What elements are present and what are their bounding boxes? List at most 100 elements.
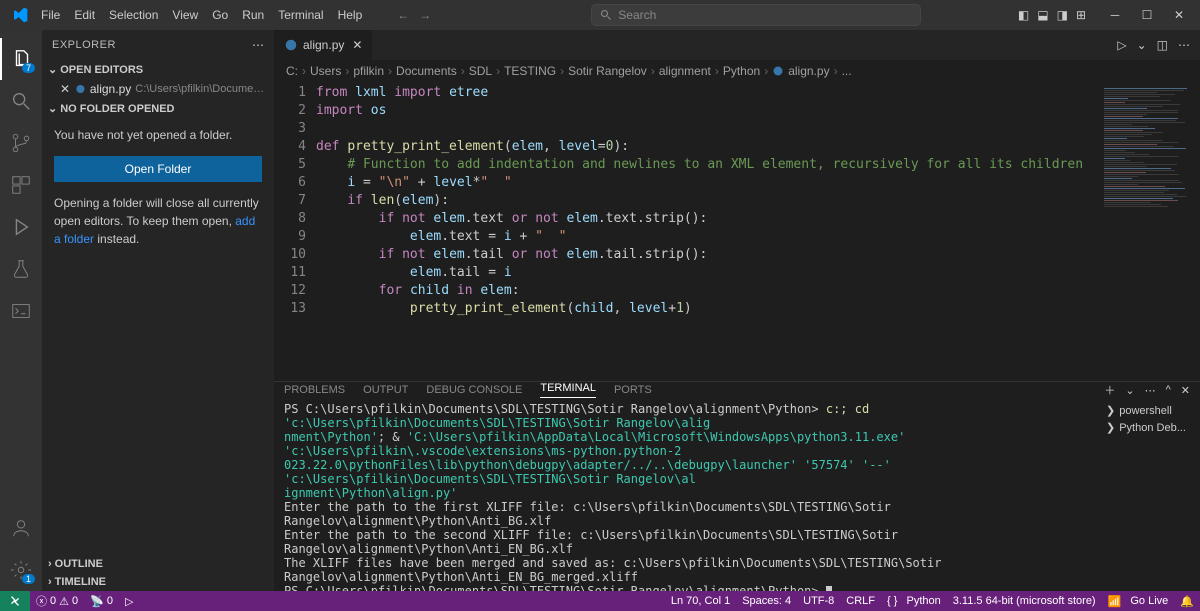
close-editor-icon[interactable]: ✕	[60, 82, 70, 96]
panel-tab-debug-console[interactable]: DEBUG CONSOLE	[426, 384, 522, 396]
outline-section[interactable]: ›OUTLINE	[42, 555, 274, 573]
split-editor-icon[interactable]: ◫	[1157, 38, 1168, 52]
tab-more-icon[interactable]: ⋯	[1178, 38, 1190, 52]
window-close-button[interactable]: ✕	[1164, 0, 1194, 30]
open-folder-button[interactable]: Open Folder	[54, 156, 262, 182]
terminal-instance[interactable]: ❯powershell	[1104, 402, 1196, 419]
panel-tabs: PROBLEMS OUTPUT DEBUG CONSOLE TERMINAL PORTS…	[274, 382, 1200, 398]
status-ports[interactable]: 📡0	[84, 595, 119, 608]
close-tab-icon[interactable]: ✕	[352, 38, 362, 52]
open-editor-item[interactable]: ✕ align.py C:\Users\pfilkin\Documents\SD…	[42, 79, 274, 99]
activity-source-control[interactable]	[0, 122, 42, 164]
run-dropdown-icon[interactable]: ⌄	[1137, 38, 1147, 52]
breadcrumb-item[interactable]: Sotir Rangelov	[568, 64, 647, 78]
layout-sidebar-left-icon[interactable]: ◧	[1018, 8, 1029, 22]
panel-more-icon[interactable]: ⋯	[1145, 384, 1156, 397]
menu-go[interactable]: Go	[205, 4, 235, 26]
menu-edit[interactable]: Edit	[67, 4, 102, 26]
new-terminal-icon[interactable]: ＋	[1104, 382, 1115, 398]
activity-terminal[interactable]	[0, 290, 42, 332]
chevron-down-icon: ⌄	[48, 63, 57, 76]
breadcrumb-item[interactable]: Users	[310, 64, 341, 78]
status-run[interactable]: ▷	[119, 595, 139, 608]
layout-sidebar-right-icon[interactable]: ◨	[1057, 8, 1068, 22]
panel-tab-ports[interactable]: PORTS	[614, 384, 652, 396]
activity-bar: 7 1	[0, 30, 42, 591]
breadcrumb-item[interactable]: Documents	[396, 64, 457, 78]
terminal-dropdown-icon[interactable]: ⌄	[1125, 384, 1134, 397]
breadcrumb-item[interactable]: alignment	[659, 64, 711, 78]
close-panel-icon[interactable]: ✕	[1181, 384, 1190, 397]
terminal-instance[interactable]: ❯Python Deb...	[1104, 419, 1196, 436]
breadcrumb-item[interactable]: TESTING	[504, 64, 556, 78]
breadcrumbs[interactable]: C:›Users›pfilkin›Documents›SDL›TESTING›S…	[274, 60, 1200, 82]
minimap[interactable]	[1100, 82, 1200, 381]
search-icon	[10, 90, 32, 112]
status-spaces[interactable]: Spaces: 4	[736, 595, 797, 607]
panel-tab-output[interactable]: OUTPUT	[363, 384, 408, 396]
activity-account[interactable]	[0, 507, 42, 549]
nav-arrows: ← →	[397, 8, 431, 22]
python-file-icon	[284, 38, 298, 52]
remote-button[interactable]	[0, 591, 30, 611]
menu-terminal[interactable]: Terminal	[271, 4, 330, 26]
python-file-icon	[75, 82, 86, 96]
breadcrumb-item[interactable]: SDL	[469, 64, 492, 78]
panel-tab-terminal[interactable]: TERMINAL	[540, 382, 596, 398]
activity-settings[interactable]: 1	[0, 549, 42, 591]
breadcrumb-item[interactable]: C:	[286, 64, 298, 78]
terminal-list: ❯powershell❯Python Deb...	[1100, 398, 1200, 591]
activity-search[interactable]	[0, 80, 42, 122]
status-eol[interactable]: CRLF	[840, 595, 881, 607]
layout-panel-icon[interactable]: ⬓	[1037, 8, 1048, 22]
status-encoding[interactable]: UTF-8	[797, 595, 840, 607]
status-golive[interactable]: 📶 Go Live	[1102, 595, 1175, 608]
nav-forward-icon[interactable]: →	[419, 8, 431, 22]
menu-file[interactable]: File	[34, 4, 67, 26]
status-problems[interactable]: ⓧ0 ⚠0	[30, 593, 84, 609]
breadcrumb-item[interactable]: ...	[842, 64, 852, 78]
editor-tab-align[interactable]: align.py ✕	[274, 30, 373, 60]
menu-help[interactable]: Help	[331, 4, 370, 26]
command-center-search[interactable]: Search	[591, 4, 921, 26]
window-minimize-button[interactable]: ─	[1100, 0, 1130, 30]
editor-area: align.py ✕ ▷ ⌄ ◫ ⋯ C:›Users›pfilkin›Docu…	[274, 30, 1200, 591]
breadcrumb-item[interactable]: Python	[723, 64, 760, 78]
activity-testing[interactable]	[0, 248, 42, 290]
breadcrumb-item[interactable]: align.py	[788, 64, 829, 78]
explorer-badge: 7	[22, 63, 35, 73]
panel-tab-problems[interactable]: PROBLEMS	[284, 384, 345, 396]
status-interpreter[interactable]: 3.11.5 64-bit (microsoft store)	[947, 595, 1102, 607]
sidebar-more-icon[interactable]: ⋯	[252, 38, 264, 52]
error-icon: ⓧ	[36, 593, 47, 609]
timeline-section[interactable]: ›TIMELINE	[42, 573, 274, 591]
no-folder-message: You have not yet opened a folder.	[54, 126, 262, 144]
status-line-col[interactable]: Ln 70, Col 1	[665, 595, 736, 607]
status-notifications[interactable]: 🔔	[1174, 595, 1200, 608]
maximize-panel-icon[interactable]: ^	[1166, 384, 1171, 396]
bottom-panel: PROBLEMS OUTPUT DEBUG CONSOLE TERMINAL PORTS…	[274, 381, 1200, 591]
menu-selection[interactable]: Selection	[102, 4, 165, 26]
app-menu: FileEditSelectionViewGoRunTerminalHelp	[34, 4, 369, 26]
window-maximize-button[interactable]: ☐	[1132, 0, 1162, 30]
sidebar-title: EXPLORER	[52, 39, 116, 51]
code-editor[interactable]: from lxml import etreeimport osdef prett…	[316, 82, 1100, 381]
no-folder-section[interactable]: ⌄ NO FOLDER OPENED	[42, 99, 274, 118]
nav-back-icon[interactable]: ←	[397, 8, 409, 22]
activity-explorer[interactable]: 7	[0, 38, 42, 80]
menu-view[interactable]: View	[165, 4, 205, 26]
extensions-icon	[10, 174, 32, 196]
breadcrumb-item[interactable]: pfilkin	[353, 64, 384, 78]
activity-run-debug[interactable]	[0, 206, 42, 248]
terminal-content[interactable]: PS C:\Users\pfilkin\Documents\SDL\TESTIN…	[274, 398, 1100, 591]
warning-icon: ⚠	[59, 595, 69, 608]
open-editors-section[interactable]: ⌄ OPEN EDITORS	[42, 60, 274, 79]
layout-customize-icon[interactable]: ⊞	[1076, 8, 1086, 22]
chevron-right-icon: ›	[48, 576, 52, 588]
status-language[interactable]: { } Python	[881, 595, 947, 607]
vscode-logo-icon	[12, 7, 28, 23]
activity-extensions[interactable]	[0, 164, 42, 206]
terminal-icon: ❯	[1106, 404, 1115, 417]
menu-run[interactable]: Run	[235, 4, 271, 26]
run-file-icon[interactable]: ▷	[1117, 38, 1126, 52]
